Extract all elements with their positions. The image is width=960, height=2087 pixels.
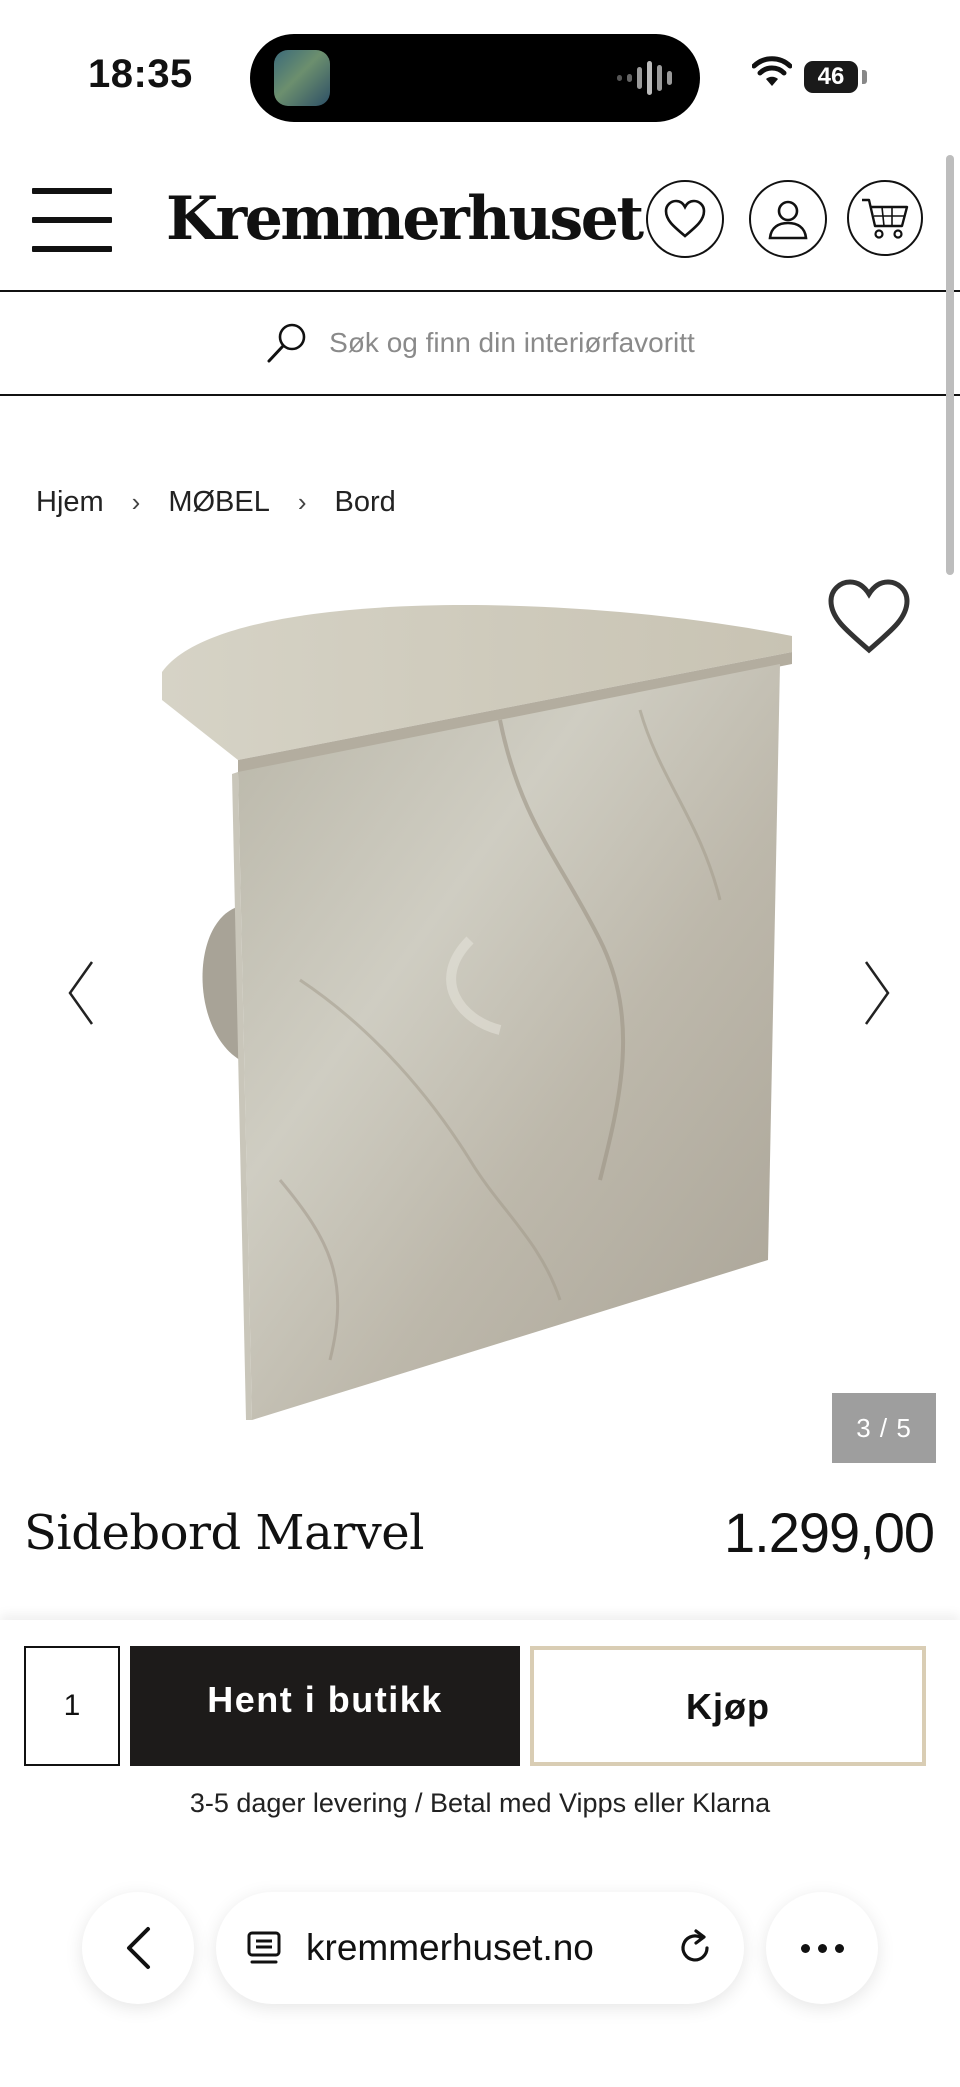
product-title: Sidebord Marvel xyxy=(24,1505,425,1561)
more-dot xyxy=(817,1943,827,1953)
breadcrumb-item-mobel[interactable]: MØBEL xyxy=(168,486,270,519)
battery-indicator: 46 xyxy=(804,61,858,93)
gallery-prev-arrow[interactable] xyxy=(66,958,96,1028)
cart-button[interactable] xyxy=(847,180,923,256)
dynamic-island xyxy=(250,34,700,122)
chevron-right-icon: › xyxy=(297,487,307,517)
search-icon xyxy=(267,323,306,363)
search-bar[interactable]: Søk og finn din interiørfavoritt xyxy=(0,292,960,396)
status-time: 18:35 xyxy=(88,52,193,96)
address-bar[interactable]: kremmerhuset.no xyxy=(216,1892,744,2004)
chevron-right-icon: › xyxy=(131,487,141,517)
quantity-input[interactable]: 1 xyxy=(24,1646,120,1766)
buy-button[interactable]: Kjøp xyxy=(530,1646,926,1766)
gallery-next-arrow[interactable] xyxy=(862,958,892,1028)
breadcrumb-item-bord[interactable]: Bord xyxy=(335,486,396,519)
wifi-icon xyxy=(752,56,792,86)
pickup-in-store-button[interactable]: Hent i butikk xyxy=(130,1646,520,1766)
wishlist-heart-icon[interactable] xyxy=(826,578,912,656)
browser-toolbar: kremmerhuset.no xyxy=(0,1880,960,2020)
search-input[interactable]: Søk og finn din interiørfavoritt xyxy=(329,327,695,359)
breadcrumb: Hjem › MØBEL › Bord xyxy=(36,486,396,519)
page-menu-icon xyxy=(247,1931,281,1964)
breadcrumb-item-home[interactable]: Hjem xyxy=(36,486,104,519)
cart-icon xyxy=(862,198,909,239)
product-price: 1.299,00 xyxy=(724,1501,935,1564)
now-playing-artwork xyxy=(274,50,330,106)
gallery-counter: 3 / 5 xyxy=(832,1393,936,1463)
audio-wave-icon xyxy=(617,60,672,96)
user-icon xyxy=(768,200,808,240)
more-dot xyxy=(834,1943,844,1953)
menu-icon[interactable] xyxy=(32,188,112,252)
site-logo[interactable]: Kremmerhuset xyxy=(166,184,644,254)
heart-icon xyxy=(664,199,706,238)
more-dot xyxy=(800,1943,810,1953)
chevron-left-icon xyxy=(127,1927,150,1969)
battery-tip xyxy=(862,70,867,84)
product-image[interactable] xyxy=(0,560,960,1460)
account-button[interactable] xyxy=(749,180,827,258)
favorites-button[interactable] xyxy=(646,180,724,258)
site-header: Kremmerhuset xyxy=(0,150,960,292)
url-text: kremmerhuset.no xyxy=(306,1927,594,1968)
more-options-button[interactable] xyxy=(766,1892,878,2004)
scrollbar[interactable] xyxy=(946,155,954,575)
delivery-info: 3-5 dager levering / Betal med Vipps ell… xyxy=(189,1788,771,1818)
browser-back-button[interactable] xyxy=(82,1892,194,2004)
reload-icon[interactable] xyxy=(674,1927,716,1969)
status-bar: 18:35 46 xyxy=(0,0,960,150)
